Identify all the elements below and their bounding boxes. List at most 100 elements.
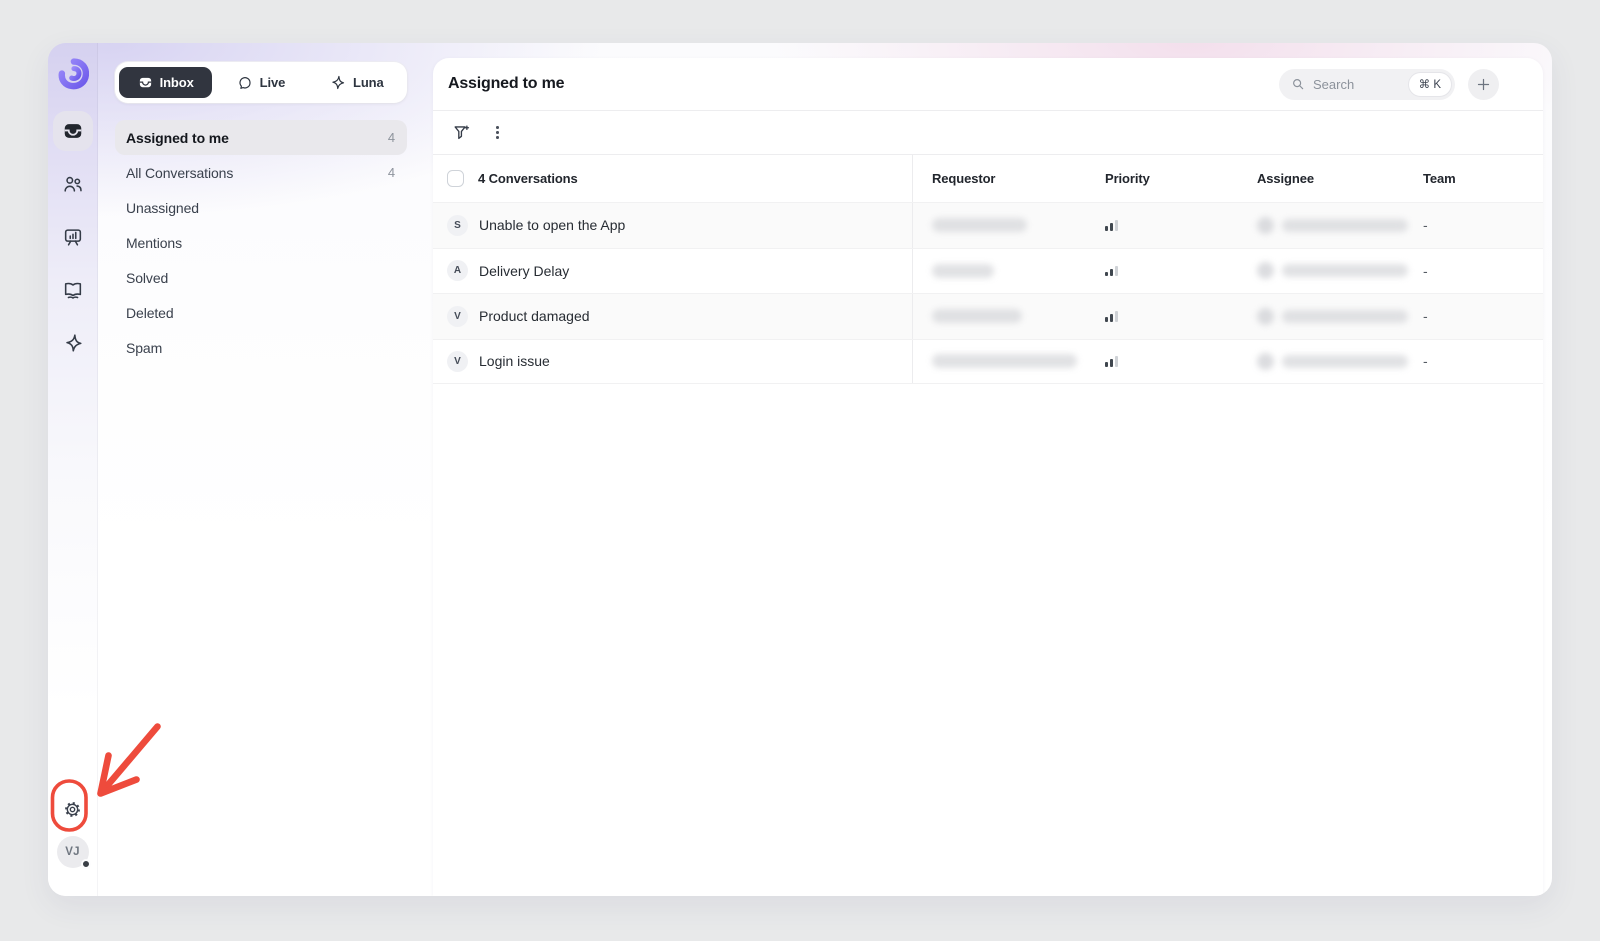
redacted-requestor <box>932 264 994 278</box>
priority-bars-icon <box>1105 220 1118 231</box>
team-value: - <box>1423 353 1428 369</box>
folder-label: Assigned to me <box>126 130 229 146</box>
conversation-title: Unable to open the App <box>479 217 625 233</box>
workspace-tabs: Inbox Live Luna <box>115 62 407 103</box>
select-all-checkbox[interactable] <box>447 170 464 187</box>
inbox-icon <box>138 75 153 90</box>
settings-button[interactable] <box>55 791 91 827</box>
presentation-chart-icon <box>62 226 84 248</box>
tab-label: Live <box>260 75 286 90</box>
requestor-initial-avatar: V <box>447 306 468 327</box>
tab-inbox[interactable]: Inbox <box>119 67 212 98</box>
redacted-assignee-name <box>1282 219 1408 232</box>
people-icon <box>62 173 84 195</box>
search-icon <box>1291 77 1305 91</box>
folder-label: Solved <box>126 270 168 286</box>
app-logo[interactable] <box>57 58 89 90</box>
tab-live[interactable]: Live <box>214 67 307 98</box>
conversation-row[interactable]: S Unable to open the App - <box>433 202 1543 248</box>
filter-toolbar <box>433 111 1543 155</box>
search-input[interactable]: Search ⌘ K <box>1279 69 1455 100</box>
filter-plus-icon <box>452 123 471 142</box>
team-value: - <box>1423 217 1428 233</box>
shortcut-badge: ⌘ K <box>1408 72 1452 97</box>
folder-assigned-to-me[interactable]: Assigned to me 4 <box>115 120 407 155</box>
add-filter-button[interactable] <box>452 123 471 142</box>
conversation-row[interactable]: A Delivery Delay - <box>433 248 1543 294</box>
redacted-assignee-avatar <box>1257 217 1274 234</box>
status-dot <box>81 859 91 869</box>
team-value: - <box>1423 308 1428 324</box>
rail-nav-group <box>53 111 93 363</box>
folder-label: Spam <box>126 340 162 356</box>
team-value: - <box>1423 263 1428 279</box>
requestor-initial-avatar: A <box>447 260 468 281</box>
folder-solved[interactable]: Solved <box>115 260 407 295</box>
requestor-initial-avatar: S <box>447 215 468 236</box>
sparkle-icon <box>62 332 84 354</box>
rail-knowledge-button[interactable] <box>53 270 93 310</box>
nav-rail: VJ <box>48 43 98 896</box>
conversation-list-card: Assigned to me Search ⌘ K <box>433 58 1543 896</box>
app-window: VJ Inbox <box>48 43 1552 896</box>
folder-deleted[interactable]: Deleted <box>115 295 407 330</box>
redacted-assignee-name <box>1282 310 1408 323</box>
conversation-title: Delivery Delay <box>479 263 569 279</box>
column-requestor[interactable]: Requestor <box>912 155 1077 202</box>
plus-icon <box>1476 77 1491 92</box>
folder-label: All Conversations <box>126 165 233 181</box>
folder-label: Deleted <box>126 305 174 321</box>
conversation-title: Login issue <box>479 353 550 369</box>
rail-contacts-button[interactable] <box>53 164 93 204</box>
redacted-requestor <box>932 354 1077 368</box>
conversation-row[interactable]: V Login issue - <box>433 339 1543 385</box>
inbox-icon <box>62 120 84 142</box>
conversation-row[interactable]: V Product damaged - <box>433 293 1543 339</box>
swirl-logo-icon <box>57 58 89 90</box>
redacted-assignee-avatar <box>1257 262 1274 279</box>
folder-label: Mentions <box>126 235 182 251</box>
tab-luna[interactable]: Luna <box>310 67 403 98</box>
gear-icon <box>62 799 83 820</box>
column-priority[interactable]: Priority <box>1077 155 1242 202</box>
conversation-rows: S Unable to open the App - A Delivery De… <box>433 202 1543 384</box>
column-assignee[interactable]: Assignee <box>1242 155 1408 202</box>
column-team[interactable]: Team <box>1408 155 1543 202</box>
folder-label: Unassigned <box>126 200 199 216</box>
screenshot-root: { "brand": { "name": "helpdesk-app", "ac… <box>0 0 1600 941</box>
card-header: Assigned to me Search ⌘ K <box>433 58 1543 111</box>
rail-bottom-group: VJ <box>55 791 91 868</box>
folder-unassigned[interactable]: Unassigned <box>115 190 407 225</box>
table-header: 4 Conversations Requestor Priority Assig… <box>433 155 1543 202</box>
user-initials: VJ <box>65 846 79 858</box>
sparkle-icon <box>329 74 346 91</box>
rail-luna-button[interactable] <box>53 323 93 363</box>
redacted-assignee-avatar <box>1257 353 1274 370</box>
rail-reports-button[interactable] <box>53 217 93 257</box>
priority-bars-icon <box>1105 356 1118 367</box>
user-avatar[interactable]: VJ <box>57 836 89 868</box>
redacted-assignee-name <box>1282 355 1408 368</box>
redacted-assignee-avatar <box>1257 308 1274 325</box>
priority-bars-icon <box>1105 311 1118 322</box>
folder-mentions[interactable]: Mentions <box>115 225 407 260</box>
requestor-initial-avatar: V <box>447 351 468 372</box>
folders-panel: Inbox Live Luna Assigned <box>98 43 433 896</box>
page-title: Assigned to me <box>448 75 564 93</box>
chat-bubble-icon <box>237 75 253 91</box>
search-placeholder: Search <box>1313 77 1354 92</box>
conversation-title: Product damaged <box>479 308 590 324</box>
folder-count: 4 <box>388 165 395 180</box>
folder-all-conversations[interactable]: All Conversations 4 <box>115 155 407 190</box>
more-options-button[interactable] <box>492 122 503 144</box>
redacted-requestor <box>932 218 1027 232</box>
new-conversation-button[interactable] <box>1468 69 1499 100</box>
rail-inbox-button[interactable] <box>53 111 93 151</box>
redacted-assignee-name <box>1282 264 1408 277</box>
folder-spam[interactable]: Spam <box>115 330 407 365</box>
tab-label: Luna <box>353 75 384 90</box>
folder-list: Assigned to me 4 All Conversations 4 Una… <box>115 120 407 365</box>
conversations-count-label: 4 Conversations <box>478 171 578 186</box>
priority-bars-icon <box>1105 266 1118 277</box>
redacted-requestor <box>932 309 1022 323</box>
